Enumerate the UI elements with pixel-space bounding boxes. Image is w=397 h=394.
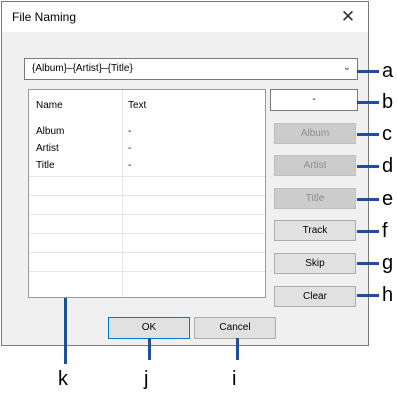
clear-button[interactable]: Clear: [274, 286, 356, 307]
callout-line-i: [236, 338, 239, 360]
callout-label-a: a: [382, 60, 394, 82]
callout-label-j: j: [144, 368, 149, 390]
callout-line-e: [357, 198, 379, 201]
row-divider: [29, 271, 265, 272]
cancel-button[interactable]: Cancel: [194, 317, 276, 339]
callout-label-d: d: [382, 155, 394, 177]
album-button[interactable]: Album: [274, 123, 356, 144]
callout-line-d: [357, 165, 379, 168]
callout-label-e: e: [382, 188, 394, 210]
skip-button[interactable]: Skip: [274, 253, 356, 274]
callout-label-g: g: [382, 252, 394, 274]
callout-line-g: [357, 262, 379, 265]
list-item-text: -: [128, 160, 132, 171]
column-divider: [122, 90, 123, 297]
callout-line-a: [357, 70, 379, 73]
chevron-down-icon[interactable]: ⌄: [343, 62, 351, 73]
pattern-value: {Album}–{Artist}–{Title}: [32, 63, 133, 74]
callout-line-b: [357, 101, 379, 104]
callout-line-f: [357, 230, 379, 233]
callout-label-c: c: [382, 123, 392, 145]
callout-label-b: b: [382, 91, 394, 113]
row-divider: [29, 195, 265, 196]
callout-label-h: h: [382, 284, 394, 306]
title-bar: File Naming ✕: [2, 2, 368, 32]
ok-button[interactable]: OK: [108, 317, 190, 339]
row-divider: [29, 252, 265, 253]
callout-label-i: i: [232, 368, 237, 390]
callout-line-k: [64, 298, 67, 364]
tag-list[interactable]: Name Text Album - Artist - Title -: [28, 89, 266, 298]
track-button[interactable]: Track: [274, 220, 356, 241]
dialog-title: File Naming: [12, 10, 77, 24]
row-divider: [29, 214, 265, 215]
callout-line-j: [148, 338, 151, 360]
close-icon[interactable]: ✕: [328, 2, 368, 32]
callout-line-h: [357, 294, 379, 297]
separator-field[interactable]: -: [270, 89, 358, 111]
list-item-text: -: [128, 126, 132, 137]
callout-label-f: f: [382, 220, 388, 242]
row-divider: [29, 176, 265, 177]
list-item-name: Title: [36, 160, 55, 171]
pattern-dropdown[interactable]: {Album}–{Artist}–{Title} ⌄: [24, 58, 358, 80]
column-header-name: Name: [36, 100, 63, 111]
list-item-text: -: [128, 143, 132, 154]
callout-line-c: [357, 133, 379, 136]
title-button[interactable]: Title: [274, 188, 356, 209]
column-header-text: Text: [128, 100, 147, 111]
list-item-name: Artist: [36, 143, 59, 154]
row-divider: [29, 233, 265, 234]
file-naming-dialog: File Naming ✕ {Album}–{Artist}–{Title} ⌄…: [1, 1, 369, 346]
artist-button[interactable]: Artist: [274, 155, 356, 176]
callout-label-k: k: [58, 368, 68, 390]
list-item-name: Album: [36, 126, 65, 137]
